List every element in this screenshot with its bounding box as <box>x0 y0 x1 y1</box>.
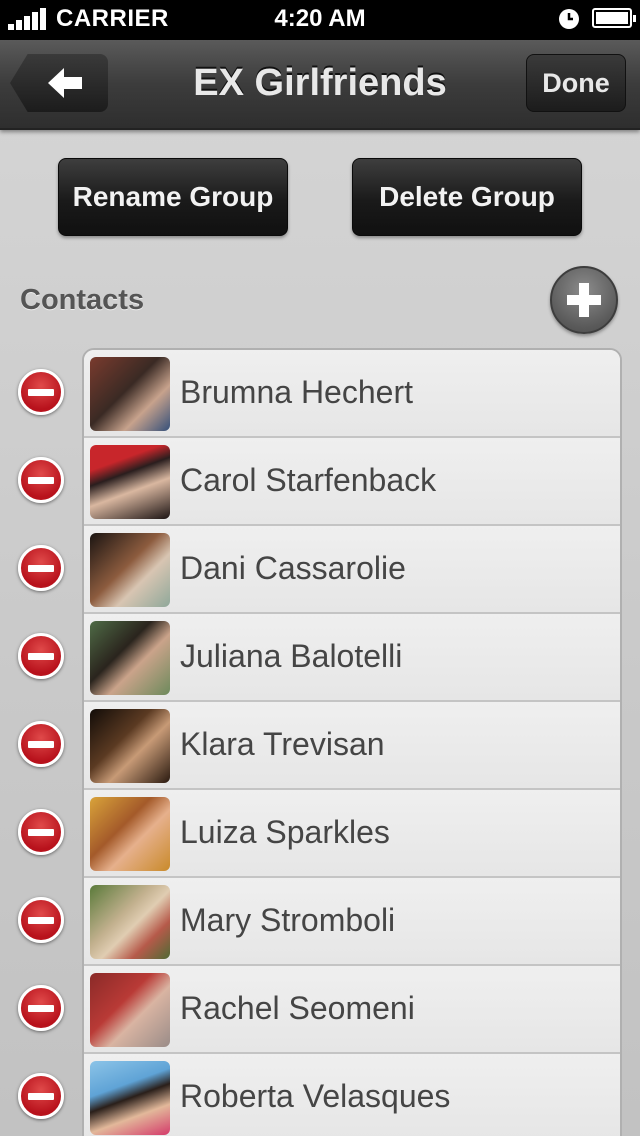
done-button[interactable]: Done <box>526 54 626 112</box>
list-item[interactable]: Luiza Sparkles <box>84 790 620 878</box>
contacts-section-title: Contacts <box>20 284 145 316</box>
arrow-left-icon <box>48 68 82 98</box>
contact-name: Klara Trevisan <box>180 726 385 762</box>
contact-list: Brumna Hechert Carol Starfenback Dani Ca… <box>82 348 622 1136</box>
avatar <box>90 621 170 695</box>
avatar <box>90 445 170 519</box>
list-item[interactable]: Mary Stromboli <box>84 878 620 966</box>
contact-name: Dani Cassarolie <box>180 550 406 586</box>
avatar <box>90 533 170 607</box>
remove-contact-button[interactable] <box>18 897 64 943</box>
remove-contact-button[interactable] <box>18 457 64 503</box>
contact-name: Luiza Sparkles <box>180 814 390 850</box>
contact-name: Brumna Hechert <box>180 374 413 410</box>
back-button[interactable] <box>10 54 108 112</box>
list-item[interactable]: Brumna Hechert <box>84 350 620 438</box>
contact-name: Mary Stromboli <box>180 902 396 938</box>
avatar <box>90 1061 170 1135</box>
remove-contact-button[interactable] <box>18 1073 64 1119</box>
avatar <box>90 709 170 783</box>
avatar <box>90 973 170 1047</box>
clock: 4:20 AM <box>274 5 366 32</box>
alarm-clock-icon <box>559 9 579 29</box>
contact-name: Juliana Balotelli <box>180 638 403 674</box>
remove-contact-button[interactable] <box>18 721 64 767</box>
page-title: EX Girlfriends <box>193 62 447 104</box>
remove-contact-button[interactable] <box>18 809 64 855</box>
status-bar: CARRIER 4:20 AM <box>0 0 640 40</box>
contact-name: Roberta Velasques <box>180 1078 451 1114</box>
list-item[interactable]: Dani Cassarolie <box>84 526 620 614</box>
list-item[interactable]: Carol Starfenback <box>84 438 620 526</box>
avatar <box>90 797 170 871</box>
delete-group-button[interactable]: Delete Group <box>352 158 582 236</box>
remove-contact-button[interactable] <box>18 633 64 679</box>
add-contact-button[interactable] <box>550 266 618 334</box>
plus-icon <box>567 283 601 317</box>
navigation-bar: EX Girlfriends Done <box>0 40 640 130</box>
contact-name: Carol Starfenback <box>180 462 437 498</box>
battery-icon <box>592 8 636 28</box>
list-item[interactable]: Klara Trevisan <box>84 702 620 790</box>
avatar <box>90 357 170 431</box>
remove-contact-button[interactable] <box>18 985 64 1031</box>
remove-contact-button[interactable] <box>18 369 64 415</box>
contact-name: Rachel Seomeni <box>180 990 415 1026</box>
list-item[interactable]: Rachel Seomeni <box>84 966 620 1054</box>
list-item[interactable]: Juliana Balotelli <box>84 614 620 702</box>
list-item[interactable]: Roberta Velasques <box>84 1054 620 1136</box>
avatar <box>90 885 170 959</box>
rename-group-button[interactable]: Rename Group <box>58 158 288 236</box>
remove-contact-button[interactable] <box>18 545 64 591</box>
